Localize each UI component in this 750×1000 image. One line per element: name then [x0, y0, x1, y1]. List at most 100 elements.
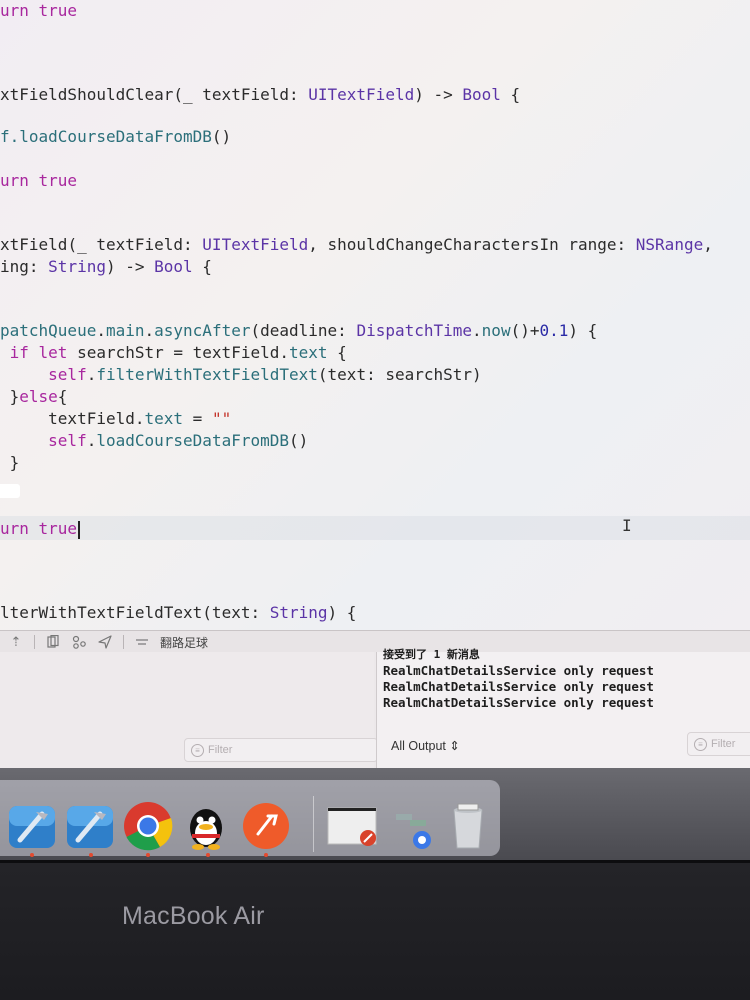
code-line[interactable]: urn true — [0, 170, 77, 192]
code-token: ) { — [327, 603, 357, 622]
current-line-highlight — [0, 516, 750, 540]
code-token: xtField — [0, 235, 68, 254]
output-selector[interactable]: All Output ⇕ — [391, 738, 460, 753]
code-line[interactable]: textField.text = "" — [0, 408, 231, 430]
postman-icon[interactable] — [240, 800, 292, 852]
filter-placeholder: Filter — [711, 738, 736, 750]
fold-handle[interactable] — [0, 484, 20, 498]
xcode-icon[interactable] — [64, 800, 116, 852]
text-caret — [78, 520, 80, 539]
running-indicator — [89, 853, 93, 857]
code-token: urn — [0, 171, 39, 190]
console-pane[interactable]: 接受到了 1 新消息 RealmChatDetailsService only … — [376, 648, 750, 768]
console-line: RealmChatDetailsService only request — [383, 679, 654, 694]
code-token: true — [38, 519, 78, 538]
qq-icon[interactable] — [180, 800, 232, 852]
code-token: } — [0, 387, 20, 406]
code-token: 0.1 — [539, 321, 569, 340]
code-token: UITextField — [308, 85, 415, 104]
chrome-icon[interactable] — [122, 800, 174, 852]
console-line: 接受到了 1 新消息 — [383, 648, 480, 661]
running-indicator — [30, 853, 34, 857]
code-token: if — [0, 343, 39, 362]
code-token: . — [144, 321, 155, 340]
code-token: (deadline: — [250, 321, 357, 340]
code-line[interactable]: urn true — [0, 518, 80, 540]
code-token: . — [96, 321, 106, 340]
target-app-icon — [134, 634, 150, 650]
code-line[interactable]: self.filterWithTextFieldText(text: searc… — [0, 364, 482, 386]
code-token: { — [57, 387, 68, 406]
code-token: text — [144, 409, 184, 428]
code-line[interactable]: if let searchStr = textField.text { — [0, 342, 347, 364]
divider — [34, 635, 35, 649]
code-token: () — [211, 127, 232, 146]
view-debugger-icon[interactable] — [45, 634, 61, 650]
code-line[interactable]: urn true — [0, 0, 77, 22]
code-token: , — [703, 235, 713, 254]
trash-icon[interactable] — [442, 800, 494, 852]
code-token: ) -> — [105, 257, 155, 276]
code-token: ing: — [0, 257, 49, 276]
running-indicator — [146, 853, 150, 857]
filter-icon: ≡ — [191, 743, 204, 757]
code-token: loadCourseDataFromDB — [96, 431, 289, 450]
code-token: f. — [0, 127, 20, 146]
up-down-chevron-icon: ⇕ — [449, 739, 460, 753]
code-token: Bool — [154, 257, 193, 276]
code-token: { — [327, 343, 347, 362]
code-token: { — [192, 257, 212, 276]
code-line[interactable]: self.loadCourseDataFromDB() — [0, 430, 308, 452]
step-out-icon[interactable]: ⇡ — [8, 634, 24, 650]
code-token: ) { — [568, 321, 598, 340]
debug-area: ≡ Filter 接受到了 1 新消息 RealmChatDetailsServ… — [0, 648, 750, 768]
code-token: patchQueue — [0, 321, 97, 340]
code-token: ()+ — [510, 321, 540, 340]
code-token: textField. — [0, 409, 145, 428]
code-token: , shouldChangeCharactersIn range: — [308, 235, 636, 254]
code-token: (text: searchStr) — [317, 365, 482, 384]
code-token: urn — [0, 1, 39, 20]
code-token: } — [0, 453, 20, 472]
console-filter-field[interactable]: ≡ Filter — [687, 732, 750, 756]
code-line[interactable]: } — [0, 452, 20, 474]
running-indicator — [264, 853, 268, 857]
code-token: . — [86, 431, 97, 450]
xcode-icon[interactable] — [6, 800, 58, 852]
code-line[interactable]: f.loadCourseDataFromDB() — [0, 126, 231, 148]
ibeam-cursor-icon: I — [622, 516, 632, 535]
code-token: . — [86, 365, 97, 384]
location-arrow-icon[interactable] — [97, 634, 113, 650]
code-editor[interactable]: urn true xtFieldShouldClear(_ textField:… — [0, 0, 750, 630]
code-token: self — [0, 431, 87, 450]
running-indicator — [206, 853, 210, 857]
code-line[interactable]: xtField(_ textField: UITextField, should… — [0, 234, 713, 256]
code-token: { — [500, 85, 521, 104]
memory-graph-icon[interactable] — [71, 634, 87, 650]
code-token: NSRange — [635, 235, 704, 254]
code-token: String — [48, 257, 106, 276]
code-token: (_ textField: — [67, 235, 203, 254]
code-line[interactable]: lterWithTextFieldText(text: String) { — [0, 602, 356, 624]
code-token: asyncAfter — [154, 321, 251, 340]
target-app-name[interactable]: 翻路足球 — [160, 634, 208, 651]
document-stack-icon[interactable] — [326, 800, 378, 852]
code-token: lterWithTextFieldText — [0, 603, 203, 622]
code-token: searchStr = textField. — [77, 343, 289, 362]
code-token: main — [105, 321, 145, 340]
code-token: String — [269, 603, 328, 622]
variables-filter-field[interactable]: ≡ Filter — [184, 738, 378, 762]
code-token: text — [288, 343, 328, 362]
code-token: true — [38, 171, 78, 190]
code-token: urn — [0, 519, 39, 538]
code-line[interactable]: patchQueue.main.asyncAfter(deadline: Dis… — [0, 320, 597, 342]
code-token: UITextField — [202, 235, 309, 254]
code-token: true — [38, 1, 78, 20]
code-token: loadCourseDataFromDB — [19, 127, 212, 146]
output-selector-label: All Output — [391, 739, 446, 753]
code-line[interactable]: ing: String) -> Bool { — [0, 256, 212, 278]
downloads-icon[interactable] — [386, 800, 438, 852]
code-line[interactable]: xtFieldShouldClear(_ textField: UITextFi… — [0, 84, 520, 106]
filter-placeholder: Filter — [208, 744, 233, 756]
code-line[interactable]: }else{ — [0, 386, 68, 408]
